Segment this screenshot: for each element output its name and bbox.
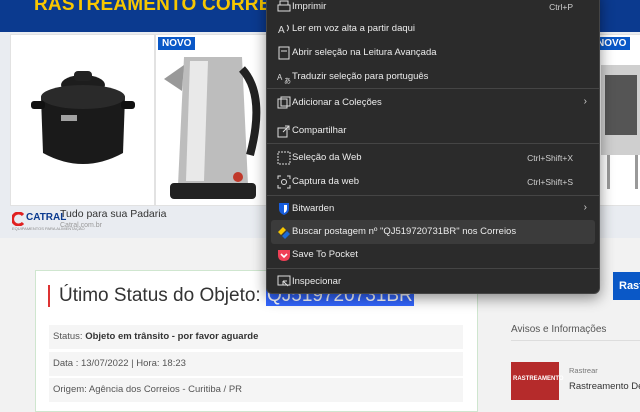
menu-item-web-select[interactable]: Seleção da Web Ctrl+Shift+X (271, 146, 595, 170)
menu-separator (267, 143, 599, 144)
menu-separator (267, 88, 599, 89)
menu-item-bitwarden[interactable]: Bitwarden › (271, 197, 595, 221)
status-row: Status: Objeto em trânsito - por favor a… (49, 325, 463, 349)
post-thumbnail[interactable]: RASTREAMENTO (511, 362, 564, 400)
menu-item-label: Bitwarden (292, 203, 335, 214)
post-category[interactable]: Rastrear (569, 366, 598, 375)
menu-item-inspect[interactable]: Inspecionar (271, 270, 595, 294)
menu-separator (267, 195, 599, 196)
menu-item-label: Traduzir seleção para português (292, 71, 429, 82)
product-card-kettle[interactable]: NOVO (155, 34, 269, 206)
menu-item-read-aloud[interactable]: A Ler em voz alta a partir daqui (271, 17, 595, 41)
menu-item-label: Abrir seleção na Leitura Avançada (292, 47, 437, 58)
ad-url[interactable]: Catral.com.br (60, 222, 102, 229)
origin-row: Origem: Agência dos Correios - Curitiba … (49, 378, 463, 402)
menu-item-shortcut: Ctrl+Shift+X (527, 153, 573, 163)
status-value: Objeto em trânsito - por favor aguarde (85, 331, 259, 342)
web-select-icon (277, 151, 291, 165)
menu-item-label: Buscar postagem nº "QJ519720731BR" nos C… (292, 226, 517, 237)
chevron-right-icon: › (583, 202, 587, 213)
menu-item-label: Ler em voz alta a partir daqui (292, 23, 416, 34)
context-menu: Imprimir Ctrl+P A Ler em voz alta a part… (266, 0, 600, 294)
menu-item-label: Save To Pocket (292, 249, 358, 260)
ad-headline[interactable]: Tudo para sua Padaria (60, 208, 166, 220)
menu-separator (267, 268, 599, 269)
date-row: Data : 13/07/2022 | Hora: 18:23 (49, 352, 463, 376)
menu-item-shortcut: Ctrl+Shift+S (527, 177, 573, 187)
track-button[interactable]: Rastr (613, 272, 640, 300)
kettle-image (164, 57, 261, 199)
menu-item-web-capture[interactable]: Captura da web Ctrl+Shift+S (271, 170, 595, 194)
menu-item-shortcut: Ctrl+P (549, 2, 573, 12)
post-title[interactable]: Rastreamento De (569, 381, 640, 392)
menu-item-label: Imprimir (292, 1, 327, 12)
menu-item-label: Compartilhar (292, 125, 347, 136)
web-capture-icon (277, 175, 291, 189)
catral-logo[interactable]: CATRAL EQUIPAMENTOS PARA ALIMENTAÇÃO (12, 212, 85, 232)
menu-item-label: Adicionar a Coleções (292, 97, 382, 108)
status-label: Status: (53, 331, 86, 342)
menu-item-pocket[interactable]: Save To Pocket (271, 243, 595, 267)
product-card-pot[interactable] (10, 34, 155, 206)
post-thumbnail-text: RASTREAMENTO (513, 376, 564, 382)
catral-logo-icon (12, 212, 24, 226)
share-icon (277, 125, 290, 138)
bitwarden-icon (279, 203, 289, 215)
status-heading-prefix: Útimo Status do Objeto: (59, 285, 266, 306)
pot-image (31, 71, 135, 164)
inspect-icon (277, 275, 291, 287)
menu-item-label: Seleção da Web (292, 152, 362, 163)
collections-icon (277, 96, 291, 109)
svg-text:あ: あ (284, 77, 291, 84)
sidebar-divider (511, 340, 640, 341)
new-badge: NOVO (158, 37, 196, 50)
correios-icon (278, 227, 290, 239)
menu-item-correios-search[interactable]: Buscar postagem nº "QJ519720731BR" nos C… (271, 220, 595, 244)
menu-item-collections[interactable]: Adicionar a Coleções › (271, 91, 595, 115)
menu-item-label: Captura da web (292, 176, 360, 187)
svg-text:A: A (278, 25, 285, 36)
menu-item-share[interactable]: Compartilhar (271, 119, 595, 143)
chevron-right-icon: › (583, 96, 587, 107)
sidebar-title: Avisos e Informações (511, 324, 607, 335)
pocket-icon (278, 250, 290, 261)
print-icon (277, 0, 291, 12)
menu-item-immersive-reader[interactable]: Abrir seleção na Leitura Avançada (271, 41, 595, 65)
menu-item-translate[interactable]: Aあ Traduzir seleção para português (271, 65, 595, 89)
immersive-reader-icon (278, 46, 290, 60)
read-aloud-icon: A (278, 24, 289, 36)
menu-item-label: Inspecionar (292, 276, 342, 287)
svg-text:A: A (277, 73, 283, 82)
translate-icon: Aあ (277, 73, 291, 84)
